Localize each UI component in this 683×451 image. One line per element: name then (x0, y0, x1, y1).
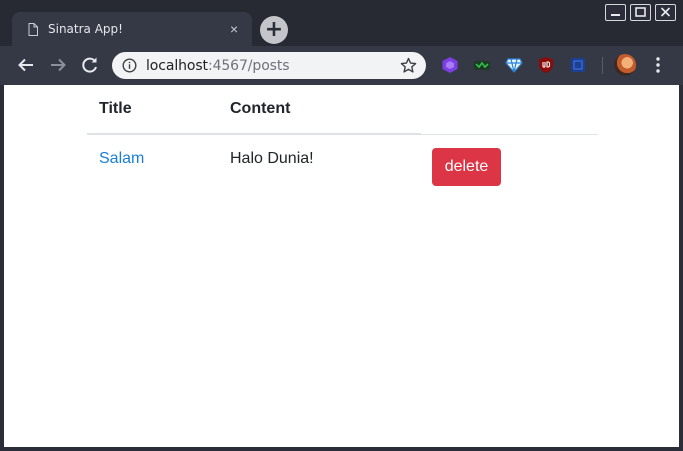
minimize-icon (611, 14, 620, 16)
ublock-icon[interactable] (537, 56, 555, 74)
forward-arrow-icon[interactable] (47, 54, 69, 76)
table-row: Salam Halo Dunia! delete (87, 135, 598, 195)
info-icon[interactable] (122, 58, 137, 73)
post-title-link[interactable]: Salam (99, 150, 144, 168)
extension-blue-square-icon[interactable] (569, 56, 587, 74)
more-menu-icon[interactable] (652, 56, 664, 74)
url-path: :4567/posts (207, 58, 290, 74)
browser-tab[interactable]: Sinatra App! × (12, 12, 252, 47)
close-window-button[interactable] (655, 4, 676, 21)
new-tab-button[interactable]: + (260, 16, 288, 44)
maximize-icon (635, 7, 646, 17)
back-arrow-icon[interactable] (15, 54, 37, 76)
column-header-content: Content (230, 100, 291, 117)
column-header-title: Title (99, 100, 132, 117)
extension-purple-icon[interactable] (441, 56, 459, 74)
url-text[interactable]: localhost:4567/posts (146, 58, 290, 74)
page-viewport: Title Content Salam Halo Dunia! delete (4, 85, 679, 447)
minimize-button[interactable] (605, 4, 626, 21)
post-content: Halo Dunia! (230, 150, 314, 167)
file-icon (28, 23, 38, 36)
table-header-row: Title Content (87, 85, 598, 135)
delete-button[interactable]: delete (432, 148, 501, 186)
reload-icon[interactable] (79, 54, 101, 76)
extension-green-icon[interactable] (473, 56, 491, 74)
address-bar[interactable]: localhost:4567/posts (112, 52, 426, 79)
maximize-button[interactable] (630, 4, 651, 21)
window-titlebar: Sinatra App! × + (0, 0, 683, 47)
profile-avatar[interactable] (614, 54, 636, 76)
browser-toolbar: localhost:4567/posts (0, 46, 683, 85)
extension-gem-icon[interactable] (505, 56, 523, 74)
url-host: localhost (146, 58, 208, 74)
tab-title: Sinatra App! (48, 22, 123, 36)
bookmark-star-icon[interactable] (400, 57, 417, 74)
toolbar-divider (602, 57, 603, 74)
close-icon (660, 7, 671, 17)
tab-close-icon[interactable]: × (230, 21, 238, 37)
